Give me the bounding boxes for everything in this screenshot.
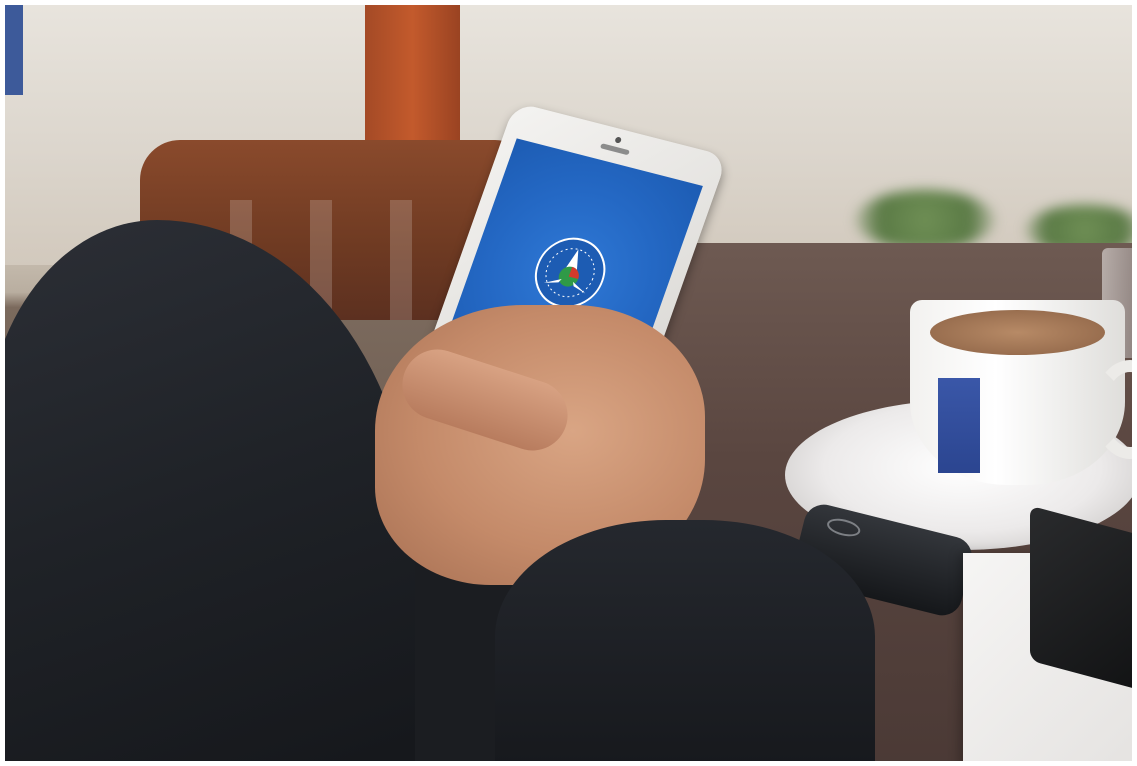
right-sleeve	[495, 520, 875, 761]
app-emblem-icon	[534, 237, 606, 308]
background-pillar	[365, 5, 460, 155]
cup-brand-label	[938, 378, 980, 473]
background-shrub	[855, 190, 995, 250]
front-camera	[614, 136, 623, 144]
photo-scene	[5, 5, 1132, 761]
chair-slat	[390, 200, 412, 320]
earpiece-speaker	[599, 143, 630, 156]
background-blue-object	[5, 5, 23, 95]
key-logo-icon	[825, 515, 863, 540]
coffee-surface	[930, 310, 1105, 355]
